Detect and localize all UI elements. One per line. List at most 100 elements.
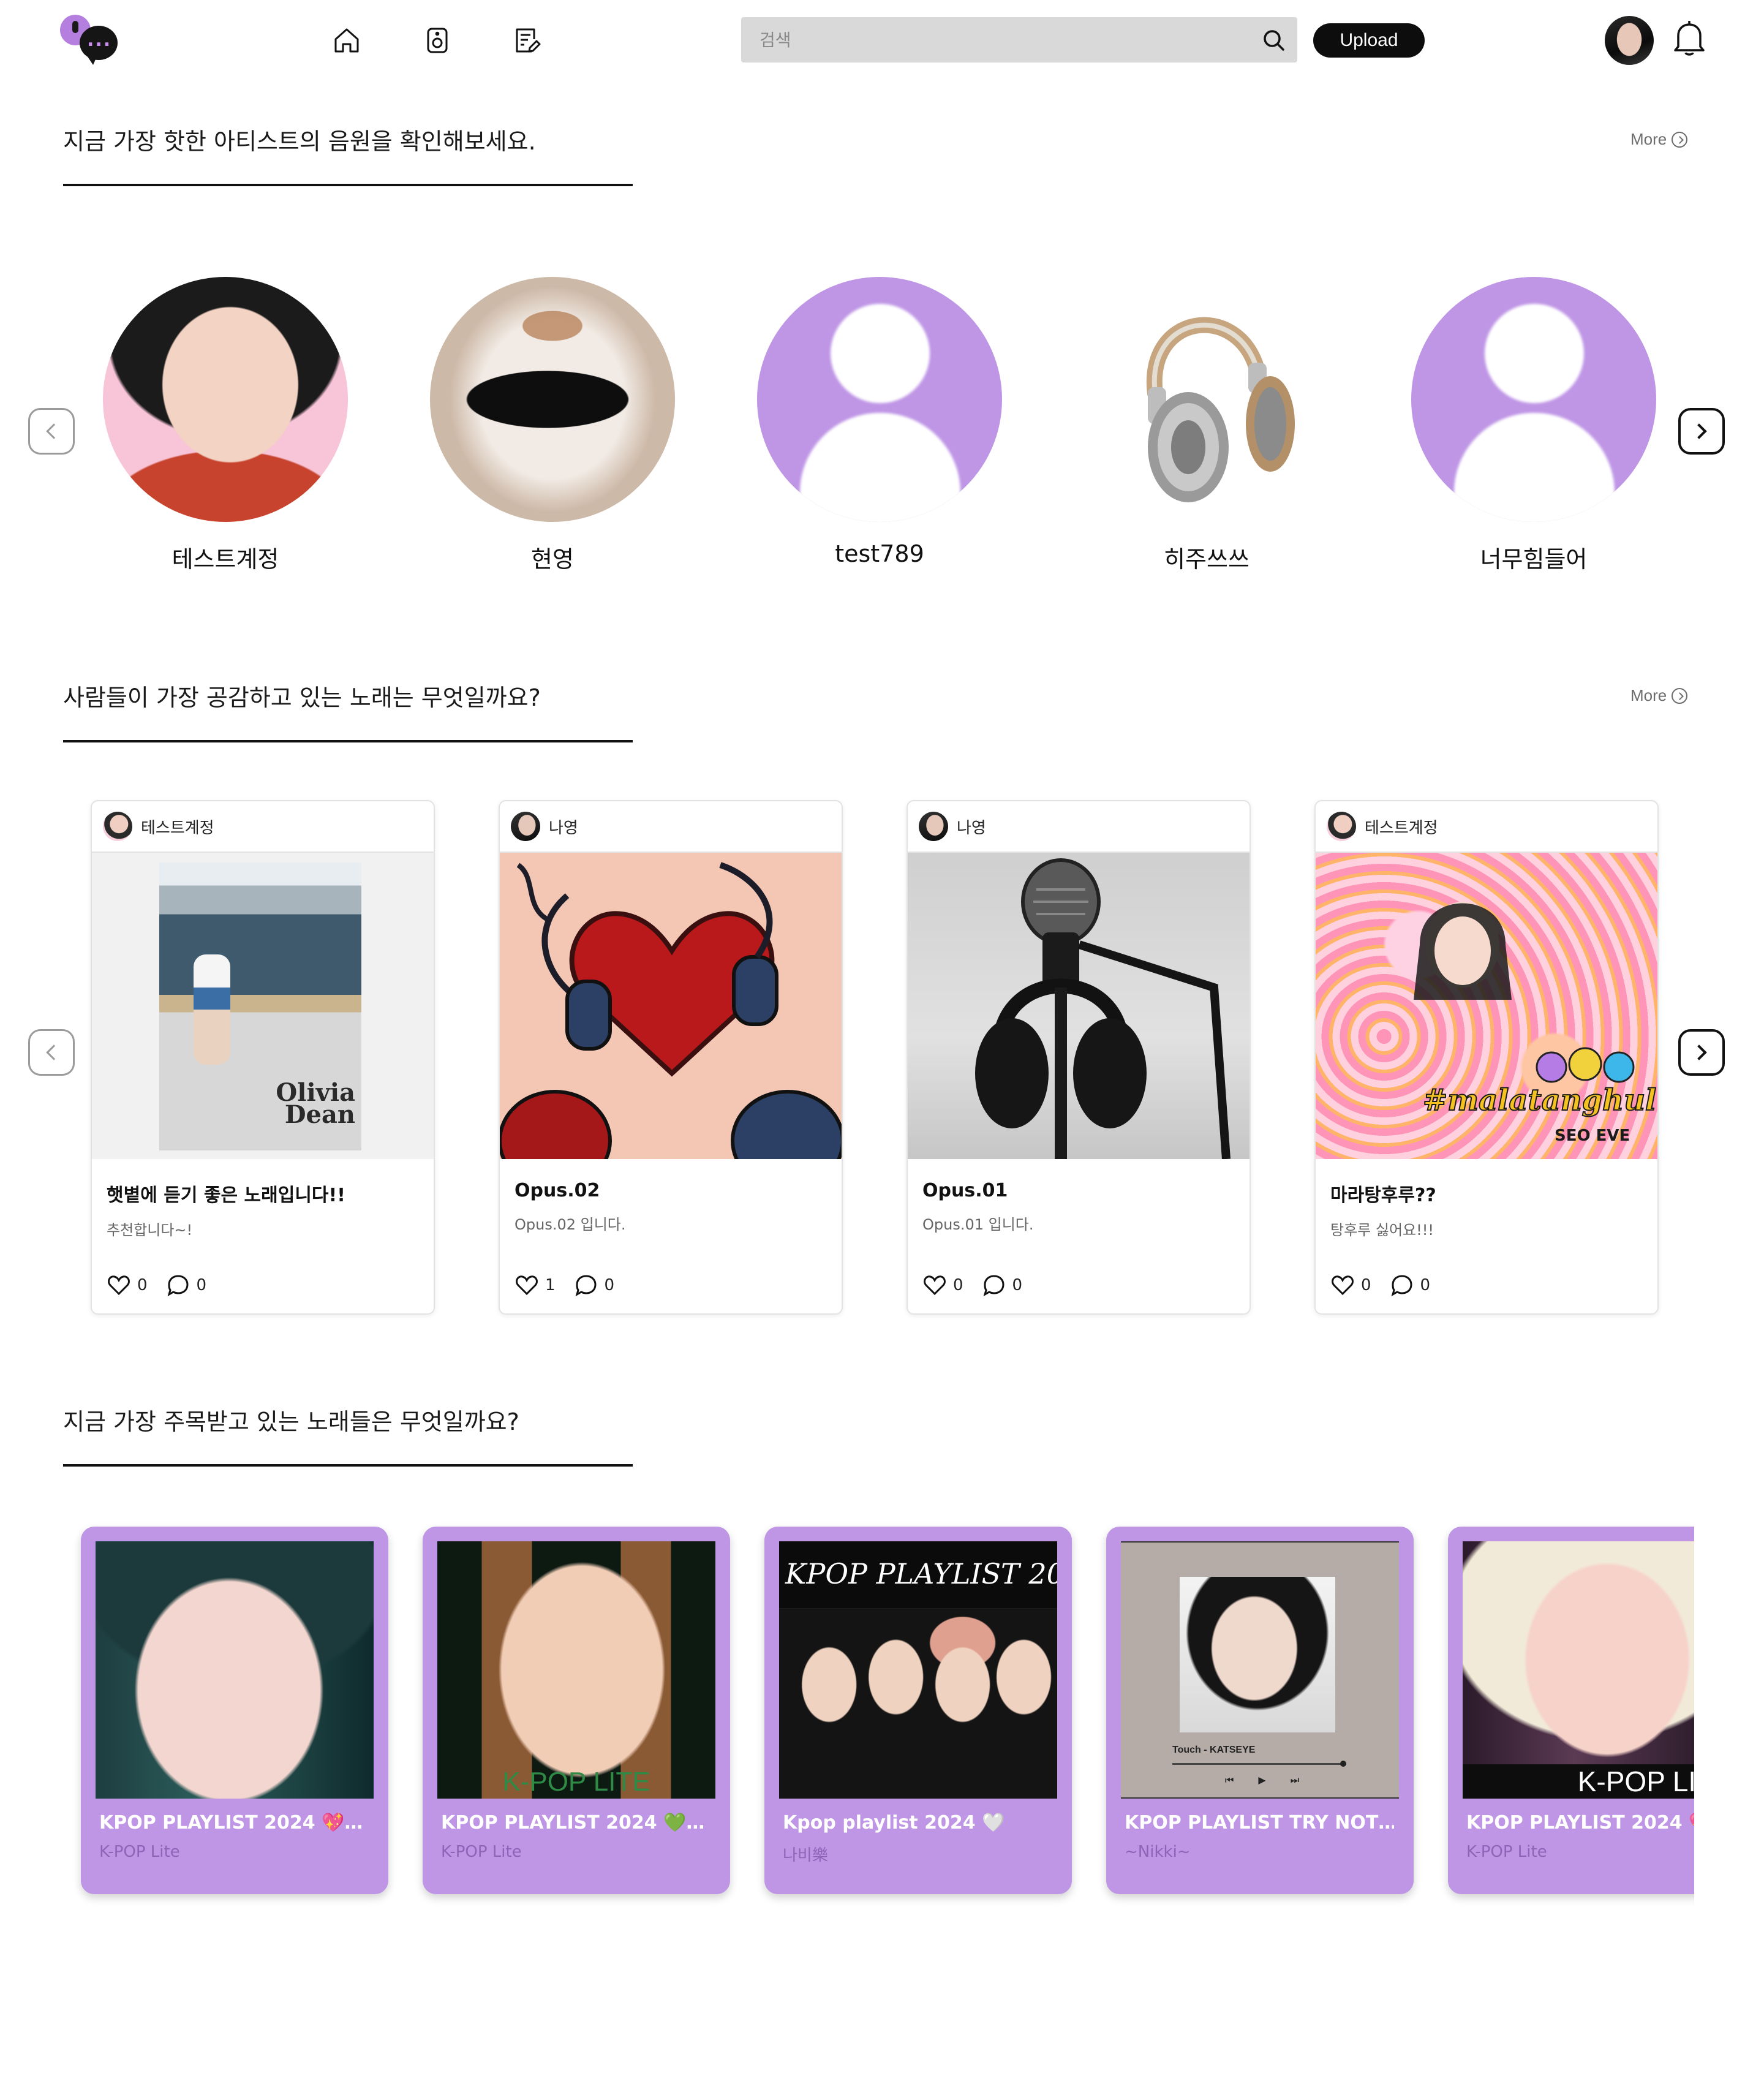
- song-cover: #malatanghulu SEO EVE: [1316, 853, 1657, 1159]
- app-logo[interactable]: [60, 15, 121, 65]
- section-title-trending-playlists: 지금 가장 주목받고 있는 노래들은 무엇일까요?: [63, 1408, 519, 1435]
- comment-button[interactable]: 0: [574, 1273, 615, 1297]
- cover-label: KPOP PLAYLIST 2024: [785, 1557, 1057, 1590]
- playlist-creator: 나비樂: [783, 1846, 828, 1865]
- playlist-cover: K-POP LITE: [437, 1541, 715, 1799]
- headphones-image: [1146, 317, 1295, 502]
- more-link-artists[interactable]: More: [1630, 130, 1688, 149]
- card-author[interactable]: 나영: [500, 801, 842, 853]
- artist-item[interactable]: 히주쓰쓰: [1084, 277, 1329, 574]
- section-divider: [63, 1464, 633, 1467]
- song-description: 추천합니다~!: [107, 1222, 193, 1239]
- home-icon[interactable]: [331, 25, 363, 56]
- edit-note-icon[interactable]: [511, 25, 543, 56]
- author-avatar: [511, 812, 540, 841]
- card-stats: 0 0: [1330, 1273, 1430, 1297]
- carousel-clip-mask: [1694, 1513, 1764, 1942]
- like-count: 0: [137, 1276, 148, 1294]
- playlist-card[interactable]: K-POP LITE KPOP PLAYLIST 2024 💚… K-POP L…: [423, 1527, 730, 1894]
- like-button[interactable]: 0: [107, 1273, 148, 1297]
- author-name: 나영: [549, 818, 578, 837]
- playlist-card[interactable]: KPOP PLAYLIST 2024 Kpop playlist 2024 🤍 …: [764, 1527, 1072, 1894]
- more-label: More: [1630, 130, 1667, 148]
- artist-avatar: [430, 277, 675, 522]
- song-card[interactable]: 테스트계정 #malatanghulu SEO EVE 마라탕후루?? 탕후루 …: [1314, 800, 1659, 1315]
- playlist-card[interactable]: Touch - KATSEYE ⏮▶⏭ KPOP PLAYLIST TRY NO…: [1106, 1527, 1414, 1894]
- cover-photo: [159, 863, 361, 1150]
- chevron-circle-right-icon: [1672, 687, 1688, 704]
- card-stats: 0 0: [922, 1273, 1022, 1297]
- card-stats: 0 0: [107, 1273, 206, 1297]
- card-author[interactable]: 나영: [908, 801, 1250, 853]
- artist-item[interactable]: 테스트계정: [103, 277, 348, 574]
- player-controls-graphic: ⏮▶⏭: [1225, 1774, 1324, 1786]
- author-avatar: [103, 812, 132, 841]
- heart-icon: [108, 1275, 130, 1296]
- upload-button[interactable]: Upload: [1313, 23, 1425, 58]
- artists-prev-button[interactable]: [28, 408, 75, 455]
- song-description: Opus.02 입니다.: [514, 1216, 626, 1233]
- playlist-cover: Touch - KATSEYE ⏮▶⏭: [1121, 1541, 1399, 1799]
- artist-name: 현영: [531, 546, 574, 573]
- song-card[interactable]: 테스트계정 햇볕에 듣기 좋은 노래입니다!! 추천합니다~! 0 0: [91, 800, 435, 1315]
- playlist-cover: [96, 1541, 374, 1799]
- comment-icon: [575, 1275, 597, 1297]
- more-link-songs[interactable]: More: [1630, 686, 1688, 705]
- playlist-card[interactable]: KPOP PLAYLIST 2024 💖… K-POP Lite: [81, 1527, 388, 1894]
- song-card[interactable]: 나영 Opus.02 Opus.02 입니다. 1 0: [499, 800, 843, 1315]
- card-author[interactable]: 테스트계정: [1316, 801, 1657, 853]
- playlist-creator: K-POP Lite: [1466, 1843, 1547, 1861]
- user-avatar[interactable]: [1605, 16, 1654, 65]
- section-divider: [63, 740, 633, 742]
- like-button[interactable]: 1: [514, 1273, 556, 1297]
- comment-button[interactable]: 0: [1390, 1273, 1430, 1297]
- artist-name: 히주쓰쓰: [1164, 546, 1250, 573]
- chevron-left-icon: [46, 1044, 62, 1060]
- artist-item[interactable]: test789: [757, 277, 1002, 567]
- artist-name: test789: [835, 540, 924, 567]
- malatanghulu-cover-image: #malatanghulu SEO EVE: [1414, 902, 1657, 1145]
- chevron-right-icon: [1691, 1044, 1707, 1060]
- comment-button[interactable]: 0: [166, 1273, 207, 1297]
- search-input[interactable]: [760, 17, 1250, 62]
- bell-icon[interactable]: [1671, 18, 1708, 59]
- like-button[interactable]: 0: [922, 1273, 963, 1297]
- song-card[interactable]: 나영 Opus.01 Opus.01 입니다. 0 0: [907, 800, 1251, 1315]
- like-count: 0: [953, 1276, 963, 1294]
- chevron-left-icon: [46, 423, 62, 439]
- comment-icon: [1391, 1275, 1412, 1297]
- speaker-icon[interactable]: [421, 25, 453, 56]
- like-button[interactable]: 0: [1330, 1273, 1371, 1297]
- artist-avatar: [1084, 277, 1329, 522]
- author-name: 나영: [957, 818, 986, 837]
- song-title: 햇볕에 듣기 좋은 노래입니다!!: [107, 1185, 345, 1206]
- chevron-circle-right-icon: [1672, 131, 1688, 148]
- comment-count: 0: [196, 1276, 207, 1294]
- cover-photo: [779, 1609, 1057, 1799]
- section-title-hot-artists: 지금 가장 핫한 아티스트의 음원을 확인해보세요.: [63, 128, 536, 155]
- search-icon[interactable]: [1261, 27, 1286, 53]
- playlist-title: KPOP PLAYLIST TRY NOT…: [1125, 1812, 1394, 1834]
- comment-button[interactable]: 0: [982, 1273, 1023, 1297]
- songs-next-button[interactable]: [1678, 1029, 1725, 1076]
- svg-text:SEO EVE: SEO EVE: [1555, 1127, 1630, 1145]
- heart-icon: [516, 1275, 538, 1296]
- comment-count: 0: [604, 1276, 615, 1294]
- comment-count: 0: [1012, 1276, 1023, 1294]
- microphone-headphones-image: [975, 858, 1231, 1159]
- heart-icon: [1332, 1275, 1354, 1296]
- song-title: 마라탕후루??: [1330, 1185, 1436, 1206]
- cover-photo: [1180, 1577, 1335, 1732]
- artist-item[interactable]: 현영: [430, 277, 675, 574]
- like-count: 1: [545, 1276, 556, 1294]
- songs-prev-button[interactable]: [28, 1029, 75, 1076]
- chat-bubble-tail: [86, 54, 98, 65]
- card-author[interactable]: 테스트계정: [92, 801, 434, 853]
- song-cover: [500, 853, 842, 1159]
- artists-next-button[interactable]: [1678, 408, 1725, 455]
- artist-item[interactable]: 너무힘들어: [1411, 277, 1656, 574]
- search-bar: [741, 17, 1297, 62]
- cover-label: Touch - KATSEYE: [1172, 1745, 1256, 1755]
- section-divider: [63, 184, 633, 186]
- top-navbar: Upload: [0, 0, 1764, 86]
